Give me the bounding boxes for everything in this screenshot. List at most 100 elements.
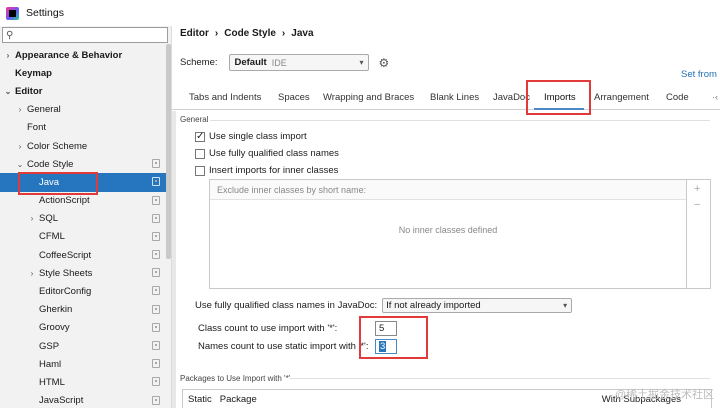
- project-scope-icon: [152, 341, 160, 350]
- breadcrumb-separator: ›: [281, 28, 286, 39]
- project-scope-icon: [152, 322, 160, 332]
- javadoc-select[interactable]: If not already imported ▾: [382, 298, 573, 313]
- sidebar-item-editorconfig[interactable]: EditorConfig: [0, 282, 166, 300]
- use-single-class-import-label: Use single class import: [209, 131, 307, 142]
- breadcrumb-code-style: Code Style: [224, 28, 276, 39]
- javadoc-row: Use fully qualified class names in JavaD…: [195, 298, 573, 313]
- tab-code[interactable]: Code: [666, 92, 689, 103]
- sidebar-item-general[interactable]: › General: [0, 101, 166, 119]
- settings-sidebar: ⚲ › Appearance & Behavior Keymap ⌄ Edito…: [0, 26, 172, 408]
- sidebar-item-haml[interactable]: Haml: [0, 355, 166, 373]
- packages-section-label: Packages to Use Import with '*': [180, 374, 291, 383]
- project-scope-icon: [152, 395, 160, 405]
- column-package[interactable]: Package: [220, 394, 257, 405]
- names-count-label: Names count to use static import with '*…: [198, 341, 369, 352]
- tab-blank-lines[interactable]: Blank Lines: [430, 92, 479, 103]
- names-count-input[interactable]: 3: [375, 339, 397, 354]
- breadcrumb: Editor › Code Style › Java: [180, 28, 314, 39]
- tab-arrangement[interactable]: Arrangement: [594, 92, 649, 103]
- chevron-down-icon: ▾: [563, 301, 568, 310]
- code-style-tabs: Tabs and Indents Spaces Wrapping and Bra…: [172, 84, 720, 110]
- sidebar-item-coffeescript[interactable]: CoffeeScript: [0, 246, 166, 264]
- chevron-right-icon[interactable]: ›: [27, 269, 37, 278]
- chevron-right-icon[interactable]: ›: [15, 142, 25, 151]
- project-scope-icon: [152, 177, 160, 187]
- inner-classes-toolbar: + −: [687, 179, 711, 289]
- sidebar-item-gherkin[interactable]: Gherkin: [0, 301, 166, 319]
- use-fully-qualified-row[interactable]: Use fully qualified class names: [195, 148, 339, 159]
- scheme-tag: IDE: [271, 57, 287, 68]
- sidebar-item-actionscript[interactable]: ActionScript: [0, 192, 166, 210]
- chevron-down-icon[interactable]: ⌄: [3, 87, 13, 96]
- breadcrumb-java: Java: [291, 28, 314, 39]
- packages-section-divider: [290, 378, 710, 379]
- sidebar-item-code-style[interactable]: ⌄ Code Style: [0, 155, 166, 173]
- project-scope-icon: [152, 250, 160, 260]
- sidebar-item-gsp[interactable]: GSP: [0, 337, 166, 355]
- project-scope-icon: [152, 231, 160, 241]
- tab-wrapping-and-braces[interactable]: Wrapping and Braces: [323, 92, 414, 103]
- settings-content: Editor › Code Style › Java Scheme: Defau…: [172, 26, 720, 408]
- chevron-right-icon[interactable]: ›: [27, 214, 37, 223]
- scheme-select[interactable]: Default IDE ▾: [228, 54, 369, 71]
- exclude-inner-classes-header: Exclude inner classes by short name:: [210, 180, 686, 200]
- use-fully-qualified-checkbox[interactable]: [195, 148, 205, 159]
- content-scrollbar[interactable]: [172, 111, 176, 408]
- gear-icon[interactable]: ⚙: [379, 56, 390, 70]
- project-scope-icon: [152, 377, 160, 387]
- sidebar-item-appearance-behavior[interactable]: › Appearance & Behavior: [0, 46, 166, 64]
- use-fully-qualified-label: Use fully qualified class names: [209, 148, 339, 159]
- more-tabs-icon[interactable]: ·‹: [712, 92, 718, 102]
- chevron-right-icon[interactable]: ›: [15, 105, 25, 114]
- title-bar: Settings: [0, 0, 720, 26]
- intellij-app-icon: [6, 6, 19, 20]
- search-icon: ⚲: [6, 29, 14, 41]
- insert-imports-inner-label: Insert imports for inner classes: [209, 165, 339, 176]
- project-scope-icon: [152, 159, 160, 169]
- project-scope-icon: [152, 195, 160, 205]
- inner-classes-list[interactable]: Exclude inner classes by short name: No …: [209, 179, 687, 289]
- sidebar-item-sql[interactable]: › SQL: [0, 210, 166, 228]
- sidebar-item-color-scheme[interactable]: › Color Scheme: [0, 137, 166, 155]
- chevron-down-icon: ▾: [359, 58, 364, 67]
- tab-imports[interactable]: Imports: [544, 92, 576, 103]
- sidebar-item-editor[interactable]: ⌄ Editor: [0, 82, 166, 100]
- class-count-label: Class count to use import with '*':: [198, 323, 338, 334]
- chevron-down-icon[interactable]: ⌄: [15, 160, 25, 169]
- chevron-right-icon[interactable]: ›: [3, 51, 13, 60]
- breadcrumb-editor: Editor: [180, 28, 209, 39]
- settings-tree: › Appearance & Behavior Keymap ⌄ Editor …: [0, 46, 166, 408]
- javadoc-value: If not already imported: [386, 300, 481, 311]
- general-section-label: General: [180, 115, 209, 124]
- tab-javadoc[interactable]: JavaDoc: [493, 92, 530, 103]
- column-static[interactable]: Static: [188, 394, 212, 405]
- tab-spaces[interactable]: Spaces: [278, 92, 310, 103]
- project-scope-icon: [152, 286, 160, 296]
- tab-tabs-and-indents[interactable]: Tabs and Indents: [189, 92, 261, 103]
- sidebar-item-groovy[interactable]: Groovy: [0, 319, 166, 337]
- insert-imports-inner-row[interactable]: Insert imports for inner classes: [195, 165, 338, 176]
- use-single-class-import-row[interactable]: Use single class import: [195, 131, 307, 142]
- use-single-class-import-checkbox[interactable]: [195, 131, 205, 142]
- insert-imports-inner-checkbox[interactable]: [195, 165, 205, 176]
- project-scope-icon: [152, 268, 160, 278]
- settings-search-field[interactable]: ⚲: [2, 27, 168, 43]
- sidebar-item-java[interactable]: Java: [0, 173, 166, 192]
- remove-icon[interactable]: −: [694, 199, 700, 211]
- add-icon[interactable]: +: [694, 183, 700, 195]
- class-count-input[interactable]: 5: [375, 321, 397, 336]
- sidebar-item-keymap[interactable]: Keymap: [0, 64, 166, 82]
- sidebar-item-javascript[interactable]: JavaScript: [0, 392, 166, 408]
- scheme-label: Scheme:: [180, 57, 218, 68]
- sidebar-item-cfml[interactable]: CFML: [0, 228, 166, 246]
- project-scope-icon: [152, 304, 160, 314]
- inner-classes-empty-text: No inner classes defined: [398, 225, 498, 235]
- settings-search-input[interactable]: [13, 29, 167, 41]
- general-section-divider: [210, 120, 710, 121]
- sidebar-item-html[interactable]: HTML: [0, 373, 166, 391]
- sidebar-item-font[interactable]: Font: [0, 119, 166, 137]
- window-title: Settings: [26, 7, 64, 19]
- sidebar-scrollbar[interactable]: [166, 44, 171, 259]
- set-from-link[interactable]: Set from: [681, 69, 717, 80]
- sidebar-item-style-sheets[interactable]: › Style Sheets: [0, 264, 166, 282]
